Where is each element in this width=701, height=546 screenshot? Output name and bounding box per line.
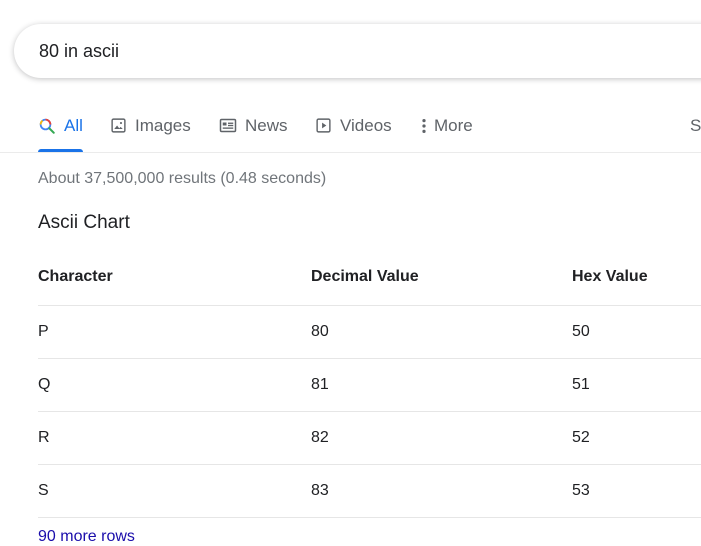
tab-more[interactable]: More: [420, 103, 473, 151]
tab-label: Se: [690, 115, 701, 135]
table-row: P 80 50: [38, 305, 701, 359]
tab-label: News: [245, 115, 288, 135]
tab-label: Videos: [340, 115, 392, 135]
video-icon: [315, 117, 332, 134]
table-header-row: Character Decimal Value Hex Value: [38, 248, 701, 306]
table-cell: 52: [572, 411, 701, 465]
table-cell: 83: [311, 464, 572, 518]
tab-label: Images: [135, 115, 191, 135]
search-tabs: All Images News Videos More S: [0, 103, 701, 153]
image-icon: [110, 117, 127, 134]
news-icon: [219, 117, 237, 134]
tab-news[interactable]: News: [219, 103, 288, 151]
table-cell: 81: [311, 358, 572, 412]
tab-images[interactable]: Images: [110, 103, 191, 151]
tab-settings[interactable]: Se: [690, 103, 701, 151]
table-cell: 51: [572, 358, 701, 412]
tab-videos[interactable]: Videos: [315, 103, 392, 151]
featured-title: Ascii Chart: [38, 212, 130, 233]
ascii-table: Character Decimal Value Hex Value P 80 5…: [38, 248, 701, 518]
table-row: R 82 52: [38, 411, 701, 465]
table-row: S 83 53: [38, 464, 701, 518]
tab-label: All: [64, 115, 83, 135]
table-cell: 50: [572, 305, 701, 359]
table-cell: 82: [311, 411, 572, 465]
table-cell: S: [38, 464, 311, 518]
table-row: Q 81 51: [38, 358, 701, 412]
table-cell: 80: [311, 305, 572, 359]
column-header: Hex Value: [572, 248, 701, 306]
table-cell: Q: [38, 358, 311, 412]
table-cell: 53: [572, 464, 701, 518]
column-header: Decimal Value: [311, 248, 572, 306]
table-cell: P: [38, 305, 311, 359]
tab-all[interactable]: All: [38, 103, 83, 152]
more-vert-icon: [420, 117, 428, 135]
search-icon: [38, 117, 56, 135]
more-rows-link[interactable]: 90 more rows: [38, 528, 135, 546]
column-header: Character: [38, 248, 311, 306]
table-cell: R: [38, 411, 311, 465]
result-stats: About 37,500,000 results (0.48 seconds): [38, 170, 327, 187]
search-input[interactable]: 80 in ascii: [39, 41, 119, 62]
tab-label: More: [434, 115, 473, 135]
